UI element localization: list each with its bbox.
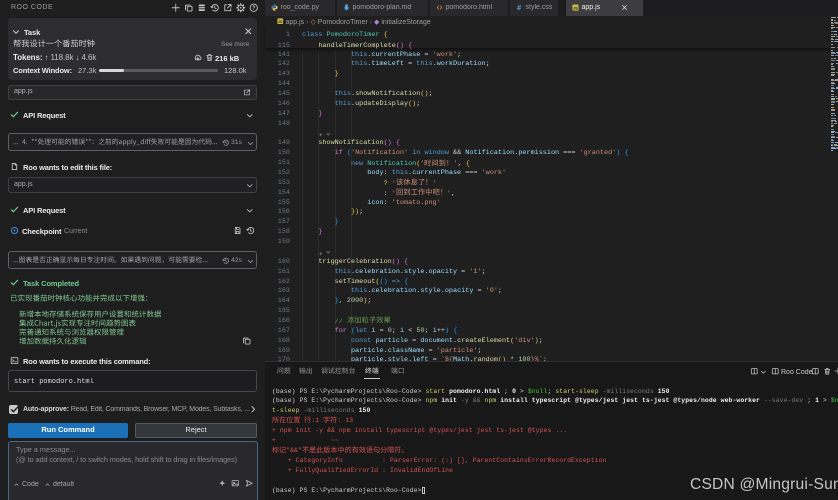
svg-text:JS: JS xyxy=(278,19,283,23)
svg-text:?: ? xyxy=(252,6,255,12)
svg-text:JS: JS xyxy=(573,5,578,10)
